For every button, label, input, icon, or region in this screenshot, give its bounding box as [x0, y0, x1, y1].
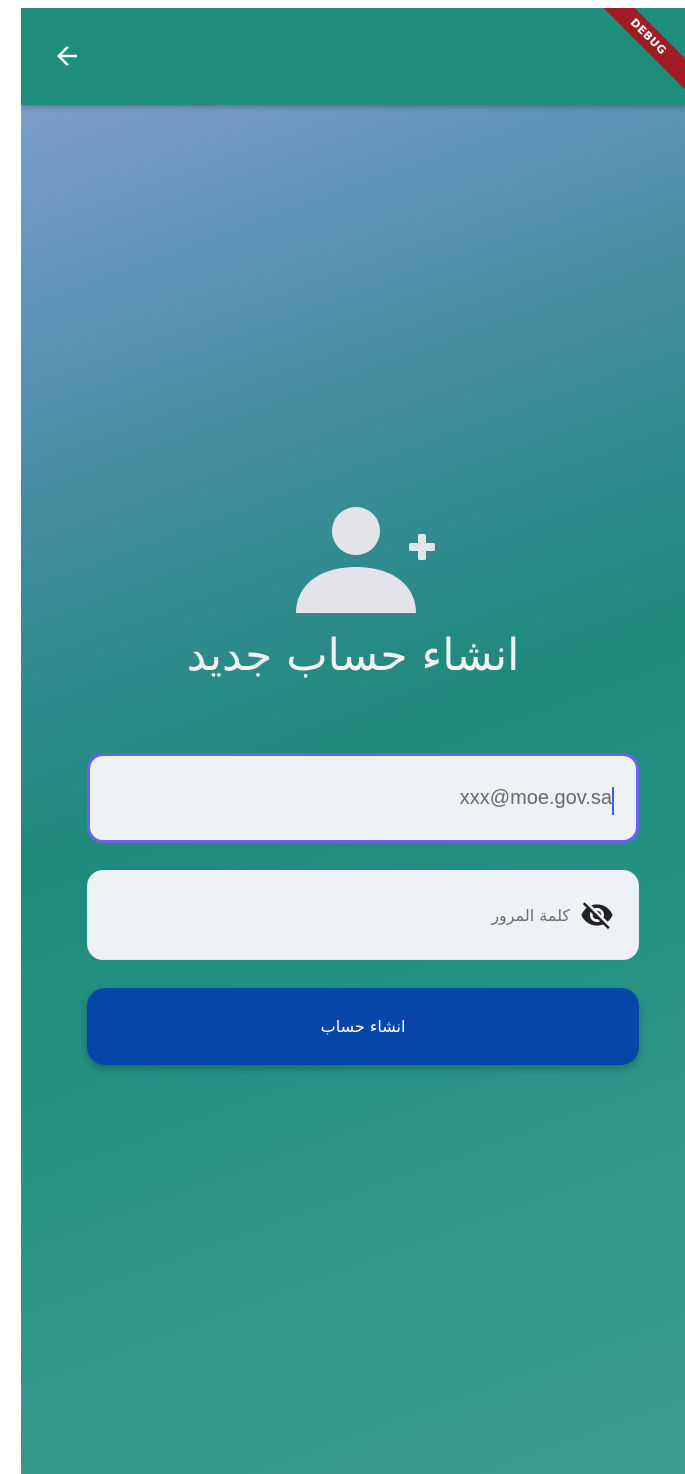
app-screen: DEBUG انشاء حساب جديد كلمة المرور انشاء … — [21, 8, 685, 1474]
arrow-back-icon — [57, 46, 77, 66]
password-placeholder: كلمة المرور — [491, 905, 570, 925]
email-field[interactable] — [87, 753, 639, 843]
page-title: انشاء حساب جديد — [186, 630, 520, 681]
text-caret — [612, 787, 614, 815]
back-button[interactable] — [43, 32, 91, 80]
app-bar — [21, 8, 685, 105]
eye-off-icon[interactable] — [580, 898, 614, 932]
person-add-icon — [296, 507, 435, 613]
create-account-button[interactable]: انشاء حساب — [87, 988, 639, 1065]
email-input[interactable] — [114, 786, 612, 810]
password-field[interactable]: كلمة المرور — [87, 870, 639, 960]
